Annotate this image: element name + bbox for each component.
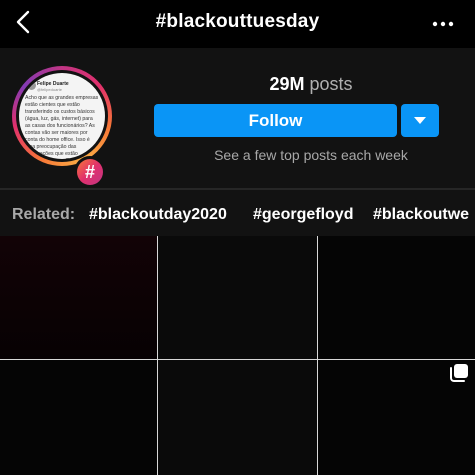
follow-dropdown-button[interactable] <box>401 104 439 137</box>
post-thumbnail[interactable] <box>0 360 157 475</box>
top-bar: #blackouttuesday <box>0 0 475 48</box>
related-label: Related: <box>12 206 76 223</box>
hashtag-avatar[interactable]: Felipe Duarte @felipeduarte Acho que as … <box>12 66 112 188</box>
related-tag[interactable]: #georgefloyd <box>253 206 353 224</box>
caret-down-icon <box>414 116 426 124</box>
post-grid <box>0 236 475 475</box>
related-tag[interactable]: #blackoutwe <box>373 206 469 224</box>
more-horizontal-icon[interactable] <box>431 16 455 32</box>
hashtag-header: Felipe Duarte @felipeduarte Acho que as … <box>0 48 475 188</box>
related-tag[interactable]: #blackoutday2020 <box>89 206 227 224</box>
page-title: #blackouttuesday <box>155 11 320 32</box>
post-thumbnail[interactable] <box>158 360 317 475</box>
tweet-text: Acho que as grandes empresas estão cient… <box>25 95 99 159</box>
hashtag-icon: # <box>77 159 103 185</box>
grid-divider <box>317 236 318 475</box>
carousel-icon <box>450 364 468 382</box>
related-tags-bar: Related: #blackoutday2020 #georgefloyd #… <box>0 190 475 236</box>
posts-count-value: 29M <box>269 74 305 94</box>
posts-count-label: posts <box>309 74 353 94</box>
grid-divider <box>0 359 475 360</box>
tweet-avatar <box>27 81 36 90</box>
hashtag-badge: # <box>74 156 106 188</box>
follow-button[interactable]: Follow <box>154 104 397 137</box>
tweet-handle: @felipeduarte <box>37 87 62 92</box>
post-thumbnail[interactable] <box>158 236 317 359</box>
posts-count: 29M posts <box>154 74 468 95</box>
top-posts-note: See a few top posts each week <box>214 147 408 163</box>
post-thumbnail[interactable] <box>0 236 157 359</box>
avatar-image: Felipe Duarte @felipeduarte Acho que as … <box>19 73 105 159</box>
grid-divider <box>157 236 158 475</box>
post-thumbnail[interactable] <box>318 236 475 359</box>
